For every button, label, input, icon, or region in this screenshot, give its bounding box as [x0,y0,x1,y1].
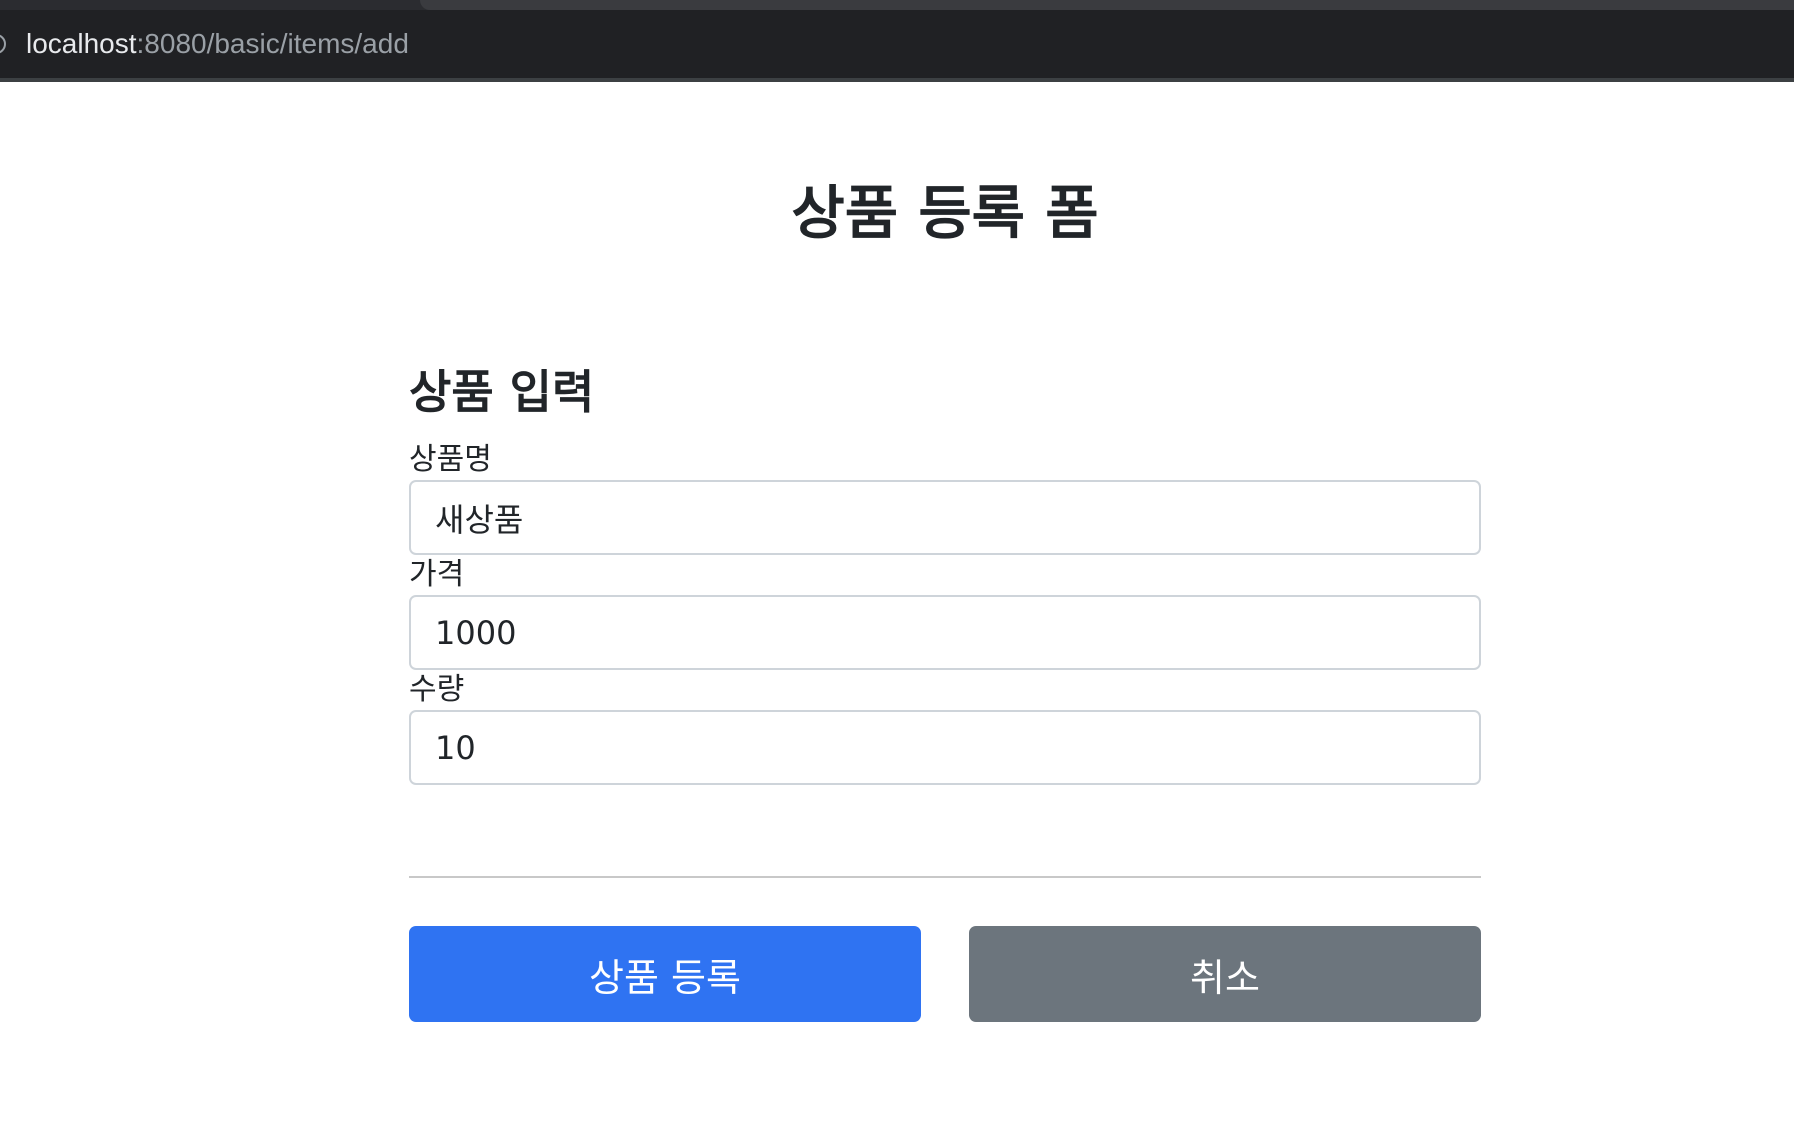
url-host: localhost [26,28,137,59]
url-text[interactable]: localhost:8080/basic/items/add [26,28,409,60]
browser-tab-edge [420,0,1794,10]
url-path: :8080/basic/items/add [136,28,409,59]
site-info-icon[interactable] [0,34,6,54]
item-form: 상품 입력 상품명 가격 수량 [409,360,1481,785]
price-input[interactable] [409,595,1481,670]
page-title: 상품 등록 폼 [791,179,1099,247]
browser-toolbar: localhost:8080/basic/items/add [0,0,1794,82]
section-title: 상품 입력 [409,365,595,419]
quantity-input[interactable] [409,710,1481,785]
toolbar-divider [0,78,1794,82]
form-divider [409,876,1481,878]
price-label: 가격 [409,557,465,592]
browser-tabstrip [0,0,1794,10]
quantity-label: 수량 [409,672,465,707]
item-name-input[interactable] [409,480,1481,555]
cancel-button[interactable]: 취소 [969,926,1481,1022]
submit-item-button[interactable]: 상품 등록 [409,926,921,1022]
item-name-label: 상품명 [409,442,492,477]
